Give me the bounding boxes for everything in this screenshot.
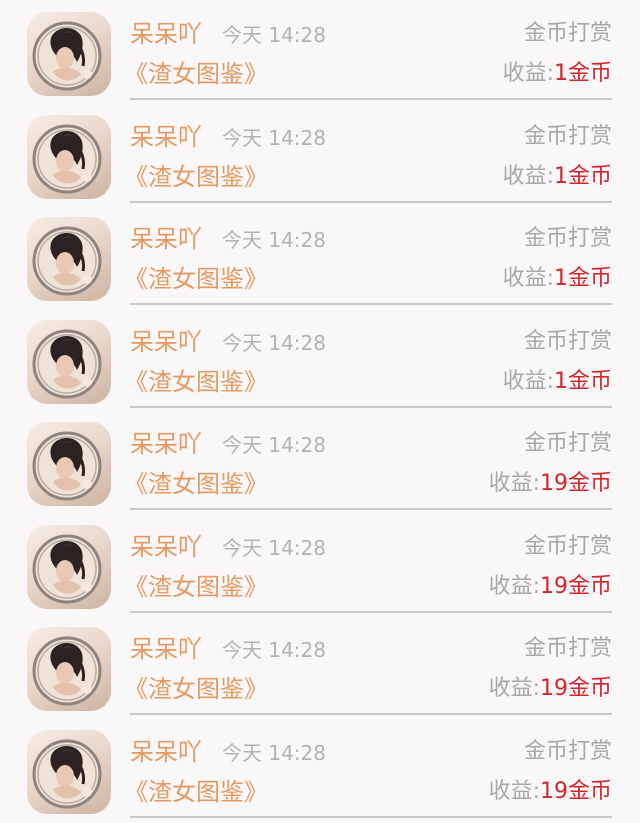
reward-type: 金币打赏 xyxy=(523,21,612,46)
earnings-value: 19金币 xyxy=(540,676,612,701)
avatar[interactable] xyxy=(27,115,111,199)
earnings-value: 19金币 xyxy=(540,779,612,804)
record-info: 呆呆吖 今天 14:28 金币打赏 《渣女图鉴》 收益:19金币 xyxy=(124,410,612,510)
timestamp: 今天 14:28 xyxy=(222,741,326,765)
reward-type: 金币打赏 xyxy=(523,124,612,149)
record-info: 呆呆吖 今天 14:28 金币打赏 《渣女图鉴》 收益:19金币 xyxy=(124,615,612,715)
reward-type: 金币打赏 xyxy=(523,534,612,559)
earnings-value: 1金币 xyxy=(554,164,612,189)
user-name[interactable]: 呆呆吖 xyxy=(130,531,202,563)
earnings-label: 收益: xyxy=(502,61,554,86)
avatar-photo-icon xyxy=(32,329,102,399)
reward-type: 金币打赏 xyxy=(523,329,612,354)
timestamp: 今天 14:28 xyxy=(222,536,326,560)
record-info: 呆呆吖 今天 14:28 金币打赏 《渣女图鉴》 收益:1金币 xyxy=(124,103,612,203)
reward-type: 金币打赏 xyxy=(523,226,612,251)
reward-record-item[interactable]: 呆呆吖 今天 14:28 金币打赏 《渣女图鉴》 收益:19金币 xyxy=(0,718,640,820)
record-info: 呆呆吖 今天 14:28 金币打赏 《渣女图鉴》 收益:1金币 xyxy=(124,0,612,100)
earnings-value: 1金币 xyxy=(554,369,612,394)
avatar[interactable] xyxy=(27,422,111,506)
avatar-photo-icon xyxy=(32,739,102,809)
avatar[interactable] xyxy=(27,627,111,711)
avatar-photo-icon xyxy=(32,226,102,296)
reward-record-list: 呆呆吖 今天 14:28 金币打赏 《渣女图鉴》 收益:1金币 呆呆吖 今天 1… xyxy=(0,0,640,823)
earnings: 收益:19金币 xyxy=(489,674,612,704)
earnings-value: 19金币 xyxy=(540,574,612,599)
reward-type: 金币打赏 xyxy=(523,739,612,764)
earnings-label: 收益: xyxy=(502,164,554,189)
earnings-label: 收益: xyxy=(488,471,540,496)
earnings-label: 收益: xyxy=(488,779,540,804)
avatar[interactable] xyxy=(27,217,111,301)
earnings-value: 1金币 xyxy=(554,266,612,291)
book-title[interactable]: 《渣女图鉴》 xyxy=(124,776,268,808)
avatar-photo-icon xyxy=(32,431,102,501)
book-title[interactable]: 《渣女图鉴》 xyxy=(124,161,268,193)
avatar[interactable] xyxy=(27,12,111,96)
user-name[interactable]: 呆呆吖 xyxy=(130,121,202,153)
avatar-photo-icon xyxy=(32,124,102,194)
avatar-photo-icon xyxy=(32,636,102,706)
earnings-value: 19金币 xyxy=(540,471,612,496)
earnings-label: 收益: xyxy=(502,369,554,394)
record-info: 呆呆吖 今天 14:28 金币打赏 《渣女图鉴》 收益:1金币 xyxy=(124,205,612,305)
earnings-label: 收益: xyxy=(502,266,554,291)
earnings: 收益:19金币 xyxy=(489,469,612,499)
book-title[interactable]: 《渣女图鉴》 xyxy=(124,673,268,705)
reward-record-item[interactable]: 呆呆吖 今天 14:28 金币打赏 《渣女图鉴》 收益:19金币 xyxy=(0,615,640,717)
avatar-photo-icon xyxy=(32,534,102,604)
book-title[interactable]: 《渣女图鉴》 xyxy=(124,571,268,603)
book-title[interactable]: 《渣女图鉴》 xyxy=(124,263,268,295)
earnings: 收益:1金币 xyxy=(503,367,612,397)
record-info: 呆呆吖 今天 14:28 金币打赏 《渣女图鉴》 收益:19金币 xyxy=(124,513,612,613)
avatar[interactable] xyxy=(27,320,111,404)
reward-record-item[interactable]: 呆呆吖 今天 14:28 金币打赏 《渣女图鉴》 收益:19金币 xyxy=(0,513,640,615)
avatar-photo-icon xyxy=(32,21,102,91)
timestamp: 今天 14:28 xyxy=(222,228,326,252)
earnings-label: 收益: xyxy=(488,574,540,599)
book-title[interactable]: 《渣女图鉴》 xyxy=(124,58,268,90)
avatar[interactable] xyxy=(27,525,111,609)
user-name[interactable]: 呆呆吖 xyxy=(130,428,202,460)
reward-type: 金币打赏 xyxy=(523,636,612,661)
earnings: 收益:1金币 xyxy=(503,264,612,294)
earnings-value: 1金币 xyxy=(554,61,612,86)
earnings: 收益:19金币 xyxy=(489,572,612,602)
user-name[interactable]: 呆呆吖 xyxy=(130,326,202,358)
timestamp: 今天 14:28 xyxy=(222,433,326,457)
reward-record-item[interactable]: 呆呆吖 今天 14:28 金币打赏 《渣女图鉴》 收益:1金币 xyxy=(0,0,640,102)
earnings: 收益:1金币 xyxy=(503,59,612,89)
timestamp: 今天 14:28 xyxy=(222,126,326,150)
avatar[interactable] xyxy=(27,730,111,814)
book-title[interactable]: 《渣女图鉴》 xyxy=(124,366,268,398)
user-name[interactable]: 呆呆吖 xyxy=(130,736,202,768)
earnings: 收益:1金币 xyxy=(503,162,612,192)
record-info: 呆呆吖 今天 14:28 金币打赏 《渣女图鉴》 收益:1金币 xyxy=(124,308,612,408)
reward-record-item[interactable]: 呆呆吖 今天 14:28 金币打赏 《渣女图鉴》 收益:1金币 xyxy=(0,308,640,410)
reward-type: 金币打赏 xyxy=(523,431,612,456)
user-name[interactable]: 呆呆吖 xyxy=(130,223,202,255)
timestamp: 今天 14:28 xyxy=(222,331,326,355)
reward-record-item[interactable]: 呆呆吖 今天 14:28 金币打赏 《渣女图鉴》 收益:1金币 xyxy=(0,103,640,205)
timestamp: 今天 14:28 xyxy=(222,23,326,47)
reward-record-item[interactable]: 呆呆吖 今天 14:28 金币打赏 《渣女图鉴》 收益:19金币 xyxy=(0,410,640,512)
reward-record-item[interactable]: 呆呆吖 今天 14:28 金币打赏 《渣女图鉴》 收益:1金币 xyxy=(0,205,640,307)
book-title[interactable]: 《渣女图鉴》 xyxy=(124,468,268,500)
record-info: 呆呆吖 今天 14:28 金币打赏 《渣女图鉴》 收益:19金币 xyxy=(124,718,612,818)
earnings-label: 收益: xyxy=(488,676,540,701)
user-name[interactable]: 呆呆吖 xyxy=(130,633,202,665)
timestamp: 今天 14:28 xyxy=(222,638,326,662)
earnings: 收益:19金币 xyxy=(489,777,612,807)
user-name[interactable]: 呆呆吖 xyxy=(130,18,202,50)
